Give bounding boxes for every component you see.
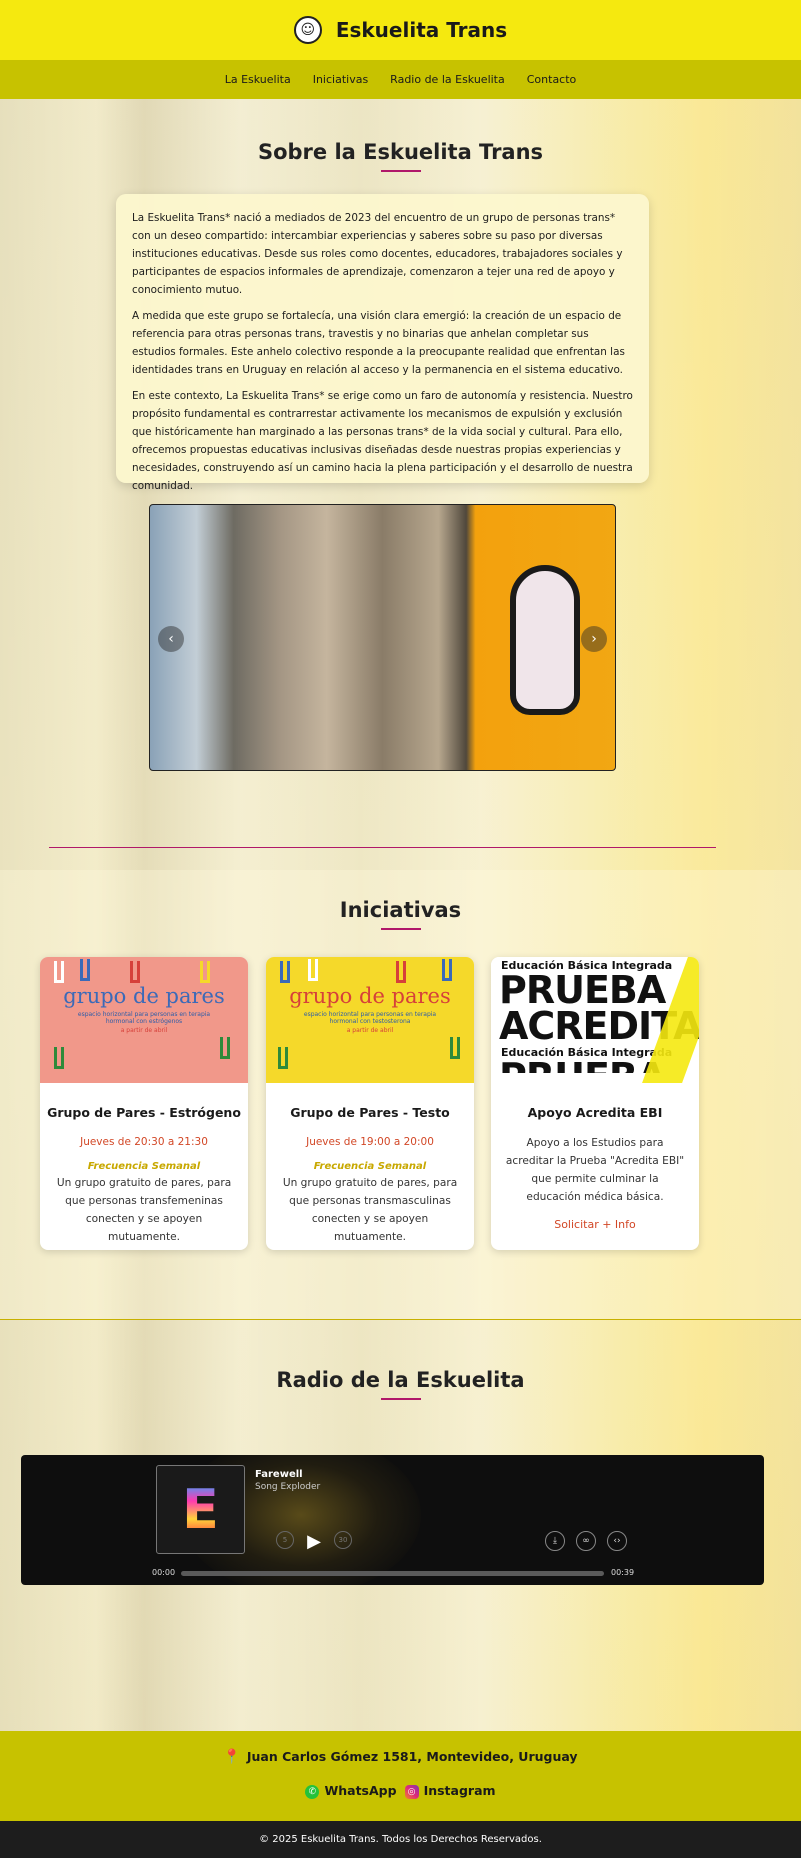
time-total: 00:39: [611, 1568, 635, 1577]
chair-icon: [442, 959, 452, 981]
chair-icon: [54, 1047, 64, 1069]
section-divider: [49, 847, 716, 848]
iniciativas-title: Iniciativas: [339, 898, 462, 922]
cover-letter: E: [182, 1477, 219, 1541]
poster-date: a partir de abril: [346, 1027, 394, 1034]
initiative-card-estrogeno[interactable]: grupo de pares espacio horizontal para p…: [40, 957, 248, 1250]
initiative-card-testo[interactable]: grupo de pares espacio horizontal para p…: [266, 957, 474, 1250]
instagram-label: Instagram: [423, 1783, 496, 1798]
title-underline: [380, 928, 421, 930]
iniciativas-section: Iniciativas grupo de pares espacio horiz…: [0, 870, 801, 1320]
chair-icon: [280, 961, 290, 983]
play-icon[interactable]: ▶: [305, 1531, 323, 1552]
carousel-image: [510, 565, 580, 715]
about-text-box: La Eskuelita Trans* nació a mediados de …: [116, 194, 649, 492]
poster-title: grupo de pares: [63, 984, 225, 1008]
address-text: Juan Carlos Gómez 1581, Montevideo, Urug…: [246, 1749, 578, 1764]
embed-icon[interactable]: ‹›: [607, 1531, 627, 1551]
card-description: Un grupo gratuito de pares, para que per…: [56, 1177, 232, 1243]
poster-date: a partir de abril: [120, 1027, 168, 1034]
about-paragraph-3: En este contexto, La Eskuelita Trans* se…: [132, 390, 633, 492]
card-frequency: Frecuencia Semanal: [313, 1161, 427, 1172]
download-icon[interactable]: ⤓: [545, 1531, 565, 1551]
radio-title: Radio de la Eskuelita: [276, 1368, 525, 1392]
chevron-right-icon[interactable]: ›: [581, 626, 607, 652]
card-title: Grupo de Pares - Testo: [290, 1105, 450, 1120]
main-nav: La Eskuelita Iniciativas Radio de la Esk…: [0, 60, 801, 99]
chair-icon: [130, 961, 140, 983]
chair-icon: [308, 959, 318, 981]
card-schedule: Jueves de 20:30 a 21:30: [80, 1136, 208, 1148]
poster-big-text: PRUEBA: [499, 968, 666, 1012]
copyright-bar: © 2025 Eskuelita Trans. Todos los Derech…: [0, 1821, 801, 1858]
card-description: Apoyo a los Estudios para acreditar la P…: [505, 1137, 685, 1203]
card-title: Grupo de Pares - Estrógeno: [47, 1105, 241, 1120]
initiative-card-acredita-ebi[interactable]: Educación Básica Integrada PRUEBA ACREDI…: [491, 957, 699, 1250]
poster-prueba-acredita: Educación Básica Integrada PRUEBA ACREDI…: [491, 957, 699, 1083]
chair-icon: [54, 961, 64, 983]
about-section: Sobre la Eskuelita Trans La Eskuelita Tr…: [0, 140, 801, 848]
photo-carousel[interactable]: ‹ ›: [149, 504, 616, 771]
social-links: ✆ WhatsApp ◎ Instagram: [0, 1783, 801, 1799]
chair-icon: [450, 1037, 460, 1059]
poster-subtitle: espacio horizontal para personas en tera…: [303, 1011, 437, 1025]
site-header: ☺ Eskuelita Trans: [0, 0, 801, 60]
album-cover: E: [156, 1465, 245, 1554]
nav-item-contacto[interactable]: Contacto: [527, 73, 577, 86]
poster-grupo-pares-testo: grupo de pares espacio horizontal para p…: [266, 957, 474, 1083]
progress-bar[interactable]: [181, 1571, 604, 1576]
chair-icon: [220, 1037, 230, 1059]
whatsapp-icon: ✆: [305, 1784, 320, 1799]
track-title[interactable]: Farewell: [255, 1469, 303, 1480]
card-frequency: Frecuencia Semanal: [87, 1161, 201, 1172]
site-footer: 📍 Juan Carlos Gómez 1581, Montevideo, Uru…: [0, 1731, 801, 1821]
chair-icon: [396, 961, 406, 983]
card-description: Un grupo gratuito de pares, para que per…: [282, 1177, 458, 1243]
nav-item-radio[interactable]: Radio de la Eskuelita: [390, 73, 505, 86]
link-icon[interactable]: ∞: [576, 1531, 596, 1551]
poster-title: grupo de pares: [289, 984, 451, 1008]
card-schedule: Jueves de 19:00 a 20:00: [306, 1136, 434, 1148]
chair-icon: [200, 961, 210, 983]
instagram-icon: ◎: [404, 1784, 419, 1799]
nav-item-iniciativas[interactable]: Iniciativas: [313, 73, 368, 86]
card-title: Apoyo Acredita EBI: [527, 1105, 663, 1120]
chevron-left-icon[interactable]: ‹: [158, 626, 184, 652]
chair-icon: [278, 1047, 288, 1069]
about-title: Sobre la Eskuelita Trans: [257, 140, 544, 164]
rewind-5-icon[interactable]: 5: [276, 1531, 294, 1549]
site-title[interactable]: Eskuelita Trans: [336, 18, 507, 42]
location-pin-icon: 📍: [223, 1749, 241, 1765]
poster-subtitle: espacio horizontal para personas en tera…: [77, 1011, 211, 1025]
about-paragraph-1: La Eskuelita Trans* nació a mediados de …: [132, 212, 623, 296]
about-paragraph-2: A medida que este grupo se fortalecía, u…: [132, 310, 625, 376]
whatsapp-label: WhatsApp: [324, 1783, 397, 1798]
title-underline: [380, 170, 421, 172]
poster-grupo-pares-estrogeno: grupo de pares espacio horizontal para p…: [40, 957, 248, 1083]
solicitar-info-link[interactable]: Solicitar + Info: [554, 1218, 636, 1231]
audio-player[interactable]: E Farewell Song Exploder 5 ▶ 30 ⤓ ∞ ‹› 0…: [21, 1455, 764, 1585]
radio-section: Radio de la Eskuelita E Farewell Song Ex…: [0, 1320, 801, 1730]
time-current: 00:00: [152, 1568, 176, 1577]
nav-item-la-eskuelita[interactable]: La Eskuelita: [225, 73, 291, 86]
instagram-link[interactable]: ◎ Instagram: [404, 1783, 496, 1799]
address: 📍 Juan Carlos Gómez 1581, Montevideo, Uru…: [0, 1749, 801, 1765]
chair-icon: [80, 959, 90, 981]
track-artist[interactable]: Song Exploder: [255, 1482, 320, 1492]
forward-30-icon[interactable]: 30: [334, 1531, 352, 1549]
whatsapp-link[interactable]: ✆ WhatsApp: [305, 1783, 397, 1799]
title-underline: [380, 1398, 421, 1400]
eskuelita-logo-icon[interactable]: ☺: [293, 16, 322, 44]
copyright-text: © 2025 Eskuelita Trans. Todos los Derech…: [259, 1834, 542, 1845]
